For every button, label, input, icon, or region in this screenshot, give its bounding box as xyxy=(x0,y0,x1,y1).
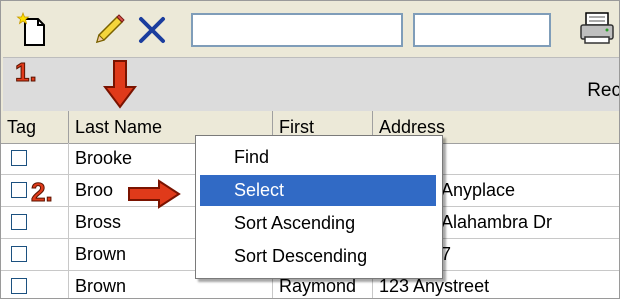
menu-item-sort-descending[interactable]: Sort Descending xyxy=(200,241,436,272)
menu-item-select[interactable]: Select xyxy=(200,175,436,206)
tag-cell xyxy=(1,239,69,270)
new-record-button[interactable] xyxy=(13,9,53,49)
menu-item-sort-ascending[interactable]: Sort Ascending xyxy=(200,208,436,239)
tag-cell xyxy=(1,143,69,174)
tag-checkbox[interactable] xyxy=(11,214,27,230)
tag-checkbox[interactable] xyxy=(11,150,27,166)
right-arrow-icon xyxy=(127,179,181,209)
tag-checkbox[interactable] xyxy=(11,246,27,262)
delete-record-button[interactable] xyxy=(133,9,173,49)
menu-item-find[interactable]: Find xyxy=(200,142,436,173)
delete-x-icon xyxy=(133,9,173,49)
column-header-tag[interactable]: Tag xyxy=(1,111,69,143)
step-1-label: 1. xyxy=(15,57,38,88)
pencil-icon xyxy=(89,9,129,49)
down-arrow-icon xyxy=(103,59,137,109)
tag-cell xyxy=(1,207,69,238)
tag-cell xyxy=(1,271,69,298)
printer-icon xyxy=(577,9,617,49)
status-text: Rec xyxy=(587,80,620,101)
step-2-label: 2. xyxy=(31,177,54,208)
toolbar-input-1[interactable] xyxy=(191,13,403,47)
toolbar xyxy=(3,3,619,53)
tag-checkbox[interactable] xyxy=(11,182,27,198)
context-menu: Find Select Sort Ascending Sort Descendi… xyxy=(195,135,443,279)
edit-record-button[interactable] xyxy=(89,9,129,49)
app-window: Rec Tag Last Name First Address Brooke B… xyxy=(0,0,620,299)
tag-checkbox[interactable] xyxy=(11,278,27,294)
new-document-icon xyxy=(13,9,53,49)
status-bar: Rec xyxy=(3,57,619,112)
toolbar-input-2[interactable] xyxy=(413,13,551,47)
print-button[interactable] xyxy=(577,9,617,49)
